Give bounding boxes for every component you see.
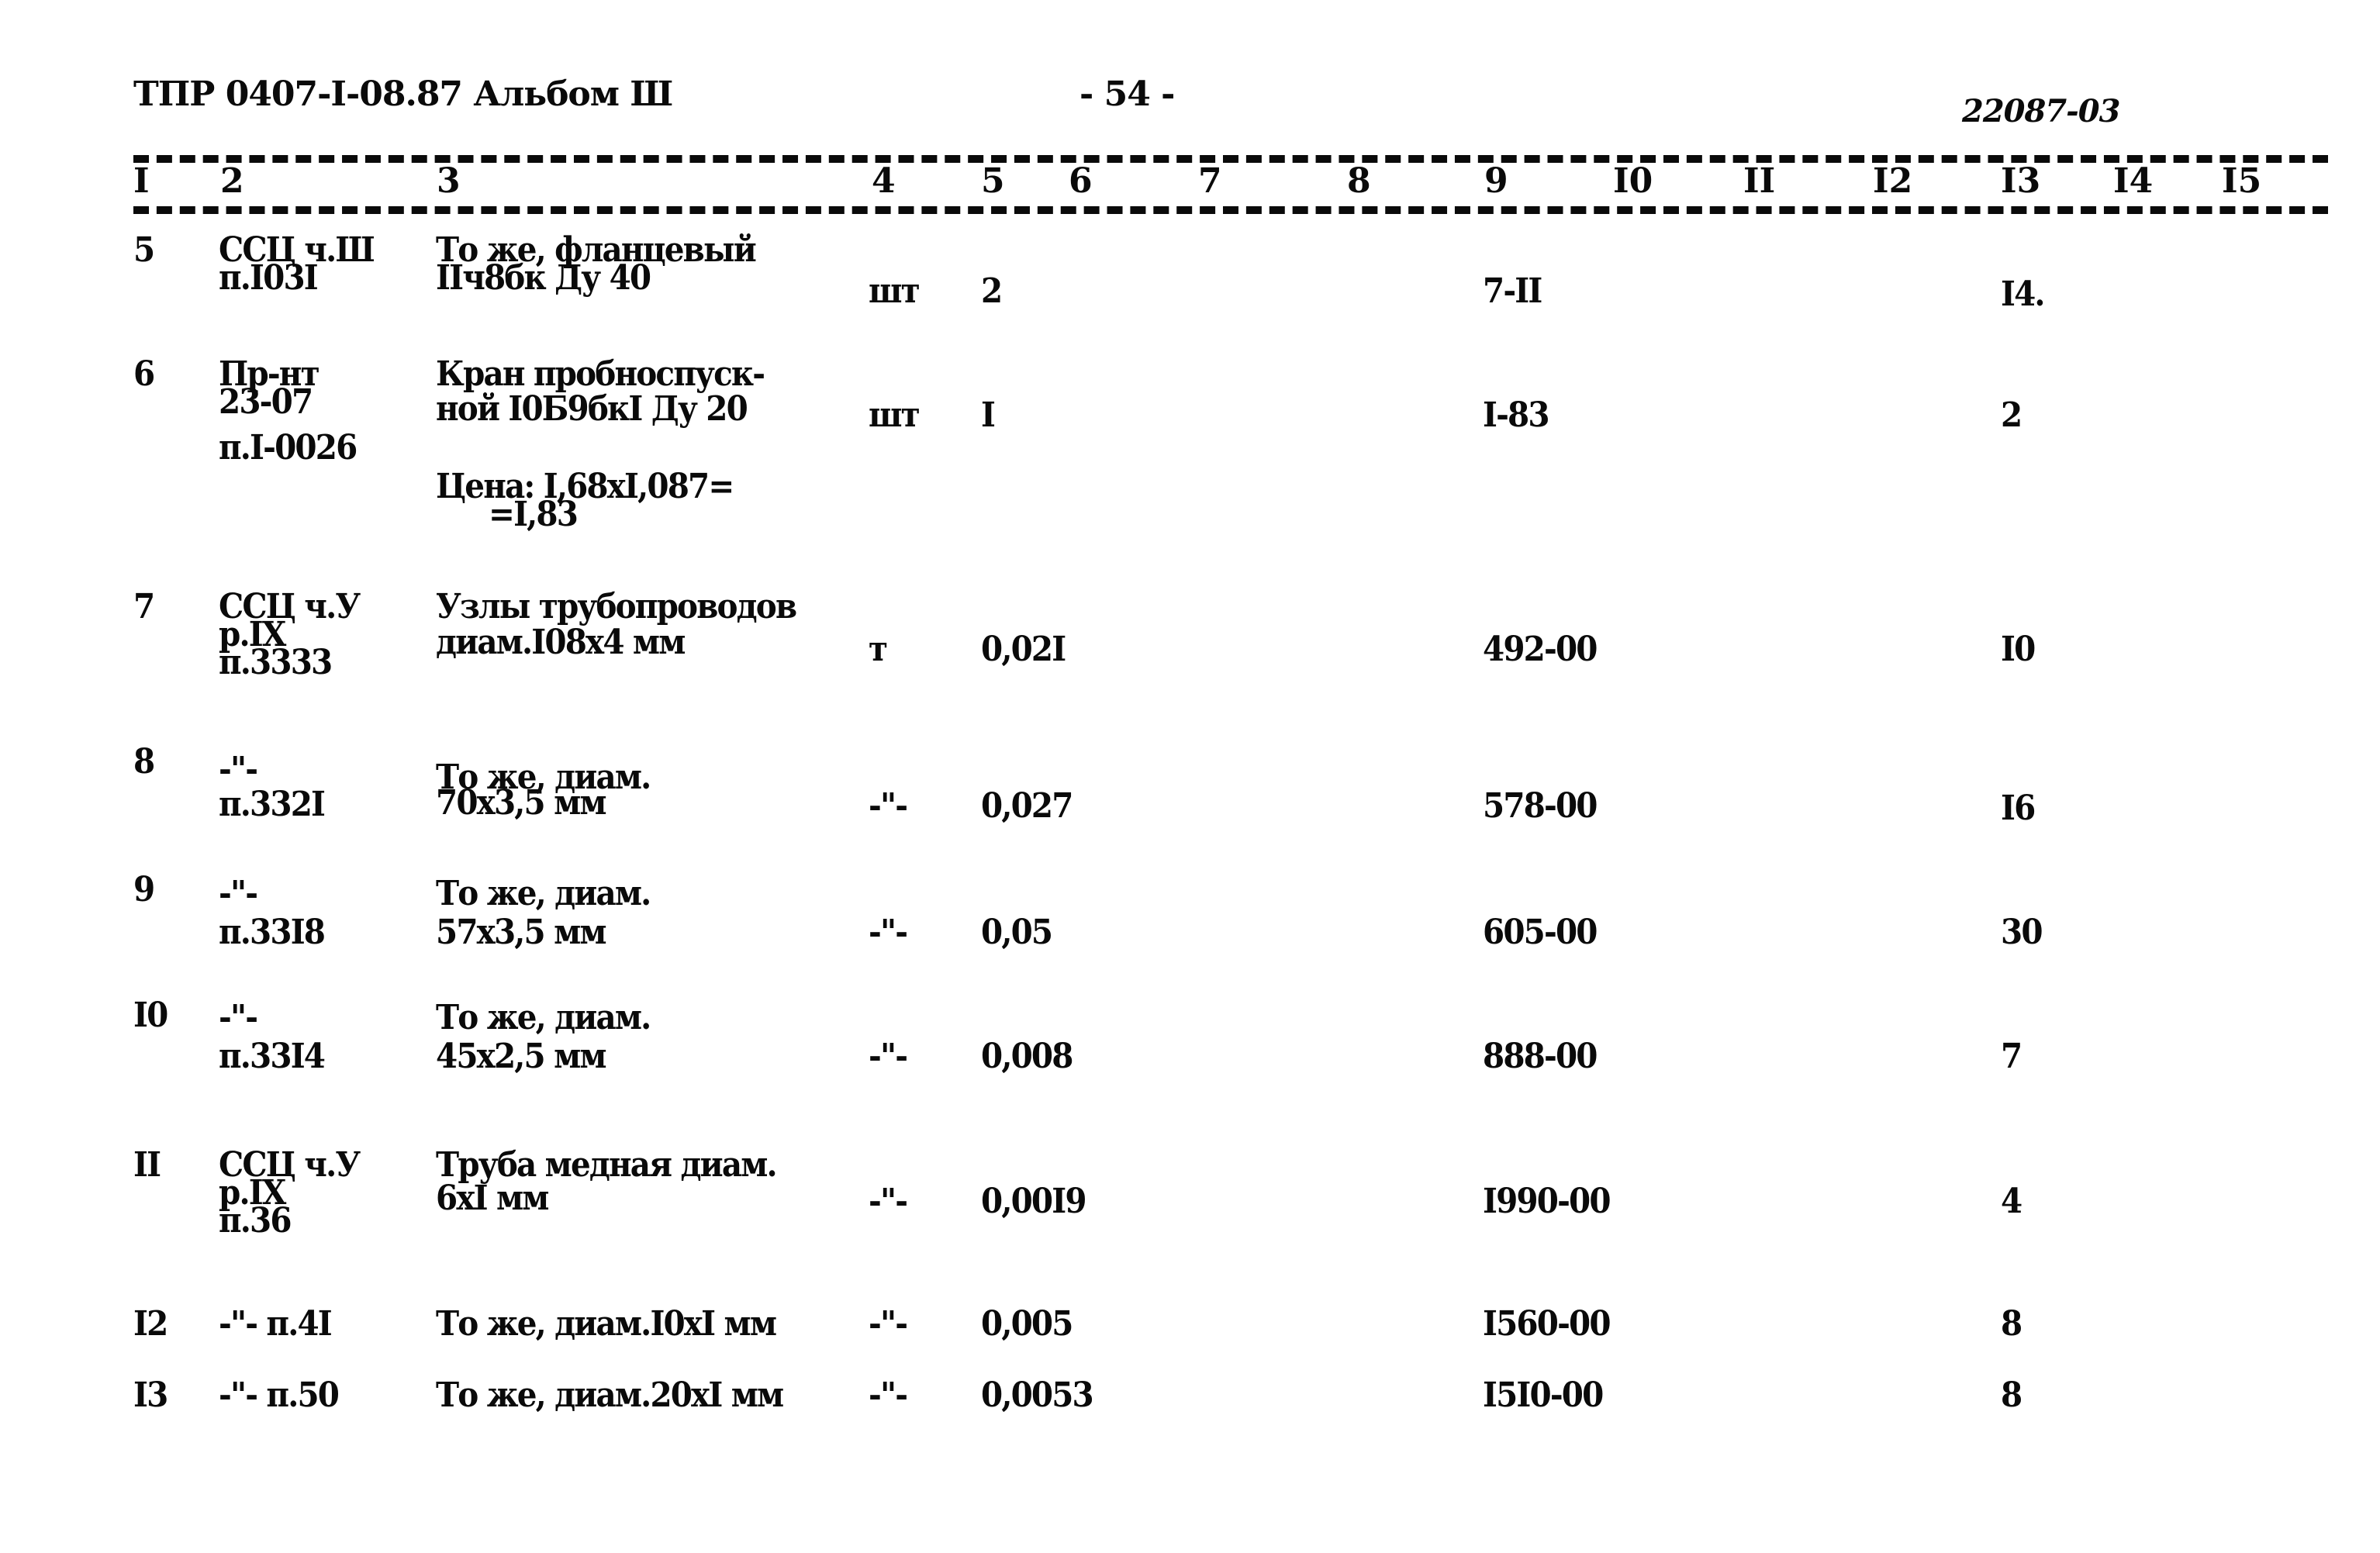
row-description: То же, диам.I0хI мм bbox=[436, 1304, 777, 1344]
row-description: То же, диам. bbox=[436, 874, 651, 913]
row-col13: 8 bbox=[2001, 1375, 2022, 1415]
column-number: 4 bbox=[872, 161, 896, 201]
row-unit: -"- bbox=[869, 1375, 908, 1415]
row-unit: -"- bbox=[869, 913, 908, 952]
row-description: 70х3,5 мм bbox=[436, 783, 607, 823]
row-quantity: 0,008 bbox=[981, 1037, 1073, 1076]
row-col13: I6 bbox=[2001, 789, 2036, 828]
row-description: То же, диам. bbox=[436, 998, 651, 1037]
row-reference: -"- п.4I bbox=[219, 1304, 333, 1344]
row-description: 6хI мм bbox=[436, 1179, 549, 1218]
header-top-rule bbox=[133, 155, 2328, 163]
page-number: - 54 - bbox=[1079, 74, 1175, 114]
row-col13: 30 bbox=[2001, 913, 2043, 952]
column-number: 7 bbox=[1198, 161, 1222, 201]
row-col13: 4 bbox=[2001, 1182, 2022, 1221]
row-description: Узлы трубопроводов bbox=[436, 587, 797, 626]
row-description: Труба медная диам. bbox=[436, 1145, 778, 1185]
row-quantity: I bbox=[981, 395, 996, 435]
row-price-note: Цена: I,68хI,087= bbox=[436, 467, 734, 506]
row-reference: п.I-0026 bbox=[219, 428, 358, 468]
row-reference: -"- п.50 bbox=[219, 1375, 340, 1415]
column-number: 3 bbox=[437, 161, 461, 201]
row-description: 57х3,5 мм bbox=[436, 913, 607, 952]
row-col13: 2 bbox=[2001, 395, 2022, 435]
row-reference: 23-07 bbox=[219, 382, 313, 422]
row-price: 492-00 bbox=[1483, 630, 1598, 669]
row-reference: п.I03I bbox=[219, 258, 319, 298]
document-code: 22087-03 bbox=[1962, 93, 2120, 129]
row-number: I2 bbox=[133, 1304, 168, 1344]
row-quantity: 2 bbox=[981, 271, 1003, 311]
column-number: 5 bbox=[981, 161, 1005, 201]
row-price: 888-00 bbox=[1483, 1037, 1598, 1076]
row-price: 605-00 bbox=[1483, 913, 1598, 952]
row-col13: 8 bbox=[2001, 1304, 2022, 1344]
document-id: ТПР 0407-I-08.87 Альбом Ш bbox=[133, 74, 673, 114]
row-unit: -"- bbox=[869, 1182, 908, 1221]
row-unit: шт bbox=[869, 395, 921, 435]
row-price: I990-00 bbox=[1483, 1182, 1611, 1221]
row-price: I560-00 bbox=[1483, 1304, 1611, 1344]
column-number: I2 bbox=[1873, 161, 1913, 201]
row-reference: п.36 bbox=[219, 1201, 292, 1241]
column-number: 2 bbox=[220, 161, 244, 201]
row-number: 6 bbox=[133, 354, 155, 394]
row-number: 5 bbox=[133, 230, 155, 270]
row-description: IIч8бк Ду 40 bbox=[436, 258, 651, 298]
column-number: I bbox=[133, 161, 150, 201]
row-price-note: =I,83 bbox=[489, 495, 579, 534]
row-unit: шт bbox=[869, 271, 921, 311]
row-number: I0 bbox=[133, 996, 168, 1035]
row-description: 45х2,5 мм bbox=[436, 1037, 607, 1076]
row-quantity: 0,02I bbox=[981, 630, 1066, 669]
row-col13: I0 bbox=[2001, 630, 2036, 669]
row-reference: п.332I bbox=[219, 785, 326, 824]
column-number: II bbox=[1743, 161, 1776, 201]
row-quantity: 0,05 bbox=[981, 913, 1053, 952]
row-number: I3 bbox=[133, 1375, 168, 1415]
row-number: II bbox=[133, 1145, 161, 1185]
row-reference: п.33I8 bbox=[219, 913, 326, 952]
row-unit: -"- bbox=[869, 786, 908, 826]
row-description: диам.I08х4 мм bbox=[436, 623, 686, 662]
row-col13: I4. bbox=[2001, 274, 2045, 314]
column-number: I3 bbox=[2001, 161, 2041, 201]
row-quantity: 0,005 bbox=[981, 1304, 1073, 1344]
row-price: 578-00 bbox=[1483, 786, 1598, 826]
row-reference: п.33I4 bbox=[219, 1037, 326, 1076]
row-quantity: 0,00I9 bbox=[981, 1182, 1087, 1221]
row-unit: т bbox=[869, 630, 888, 669]
row-price: I-83 bbox=[1483, 395, 1550, 435]
row-description: То же, диам.20хI мм bbox=[436, 1375, 784, 1415]
row-price: 7-II bbox=[1483, 271, 1542, 311]
column-number: 6 bbox=[1069, 161, 1093, 201]
row-price: I5I0-00 bbox=[1483, 1375, 1604, 1415]
row-col13: 7 bbox=[2001, 1037, 2022, 1076]
column-number: I0 bbox=[1613, 161, 1653, 201]
column-number: 8 bbox=[1347, 161, 1371, 201]
row-description: ной I0Б9бкI Ду 20 bbox=[436, 389, 748, 429]
column-number: I4 bbox=[2113, 161, 2154, 201]
row-unit: -"- bbox=[869, 1037, 908, 1076]
row-quantity: 0,0053 bbox=[981, 1375, 1094, 1415]
row-unit: -"- bbox=[869, 1304, 908, 1344]
row-quantity: 0,027 bbox=[981, 786, 1073, 826]
row-reference: -"- bbox=[219, 998, 258, 1037]
row-reference: -"- bbox=[219, 874, 258, 913]
row-description: Кран пробноспуск- bbox=[436, 354, 765, 394]
row-reference: п.3333 bbox=[219, 643, 333, 682]
column-number: I5 bbox=[2222, 161, 2262, 201]
column-number: 9 bbox=[1484, 161, 1508, 201]
row-number: 9 bbox=[133, 870, 155, 909]
row-number: 8 bbox=[133, 742, 155, 782]
header-bottom-rule bbox=[133, 206, 2328, 214]
row-reference: -"- bbox=[219, 750, 258, 789]
row-number: 7 bbox=[133, 587, 155, 626]
